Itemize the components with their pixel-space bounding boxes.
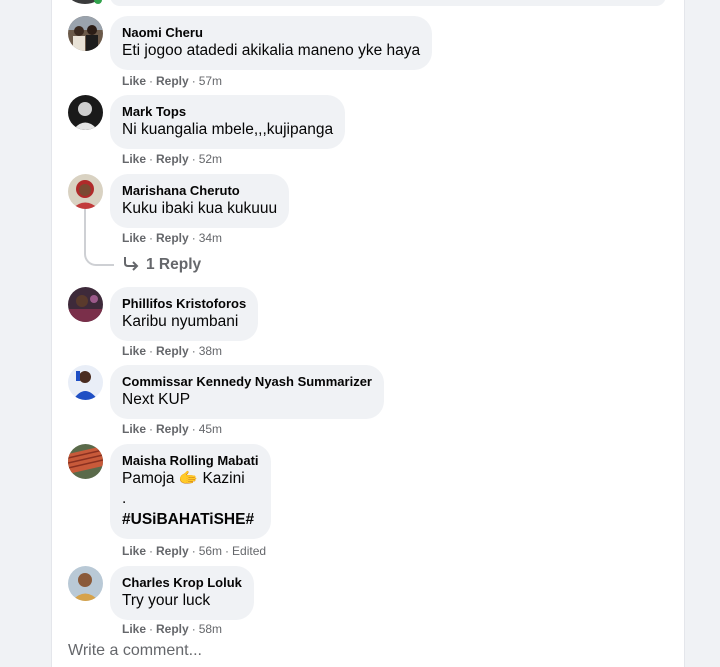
- reply-arrow-icon: [122, 255, 142, 271]
- like-button[interactable]: Like: [122, 544, 146, 558]
- separator: ·: [192, 152, 196, 166]
- separator: ·: [192, 422, 196, 436]
- avatar[interactable]: [68, 287, 103, 322]
- comment-actions: Like·Reply·45m: [122, 421, 222, 437]
- comment-timestamp[interactable]: 38m: [199, 344, 222, 358]
- comment-bubble: Commissar Kennedy Nyash Summarizer Next …: [110, 365, 384, 419]
- avatar[interactable]: [68, 566, 103, 601]
- separator: ·: [192, 344, 196, 358]
- avatar[interactable]: [68, 16, 103, 51]
- comment-bubble: Phillifos Kristoforos Karibu nyumbani: [110, 287, 258, 341]
- comment-text: Try your luck: [122, 591, 242, 611]
- comment-actions: Like·Reply·56m·Edited: [122, 543, 266, 559]
- comment-author[interactable]: Maisha Rolling Mabati: [122, 452, 259, 469]
- write-comment-input[interactable]: Write a comment...: [68, 641, 202, 661]
- avatar[interactable]: [68, 95, 103, 130]
- comment-timestamp[interactable]: 58m: [199, 622, 222, 636]
- like-button[interactable]: Like: [122, 231, 146, 245]
- avatar[interactable]: [68, 365, 103, 400]
- separator: ·: [149, 544, 153, 558]
- like-button[interactable]: Like: [122, 344, 146, 358]
- avatar[interactable]: [68, 444, 103, 479]
- separator: ·: [149, 231, 153, 245]
- view-replies-link[interactable]: 1 Reply: [122, 255, 201, 275]
- comment-bubble-partial: [110, 0, 666, 6]
- comment-author[interactable]: Naomi Cheru: [122, 24, 420, 41]
- comment-text: Ni kuangalia mbele,,,kujipanga: [122, 120, 333, 140]
- like-button[interactable]: Like: [122, 422, 146, 436]
- like-button[interactable]: Like: [122, 152, 146, 166]
- comment-text: Karibu nyumbani: [122, 312, 246, 332]
- replies-count[interactable]: 1 Reply: [146, 256, 201, 273]
- comment-bubble: Mark Tops Ni kuangalia mbele,,,kujipanga: [110, 95, 345, 149]
- comment-text-line: .: [122, 489, 259, 509]
- separator: ·: [149, 74, 153, 88]
- comment-timestamp[interactable]: 57m: [199, 74, 222, 88]
- comment-text: Eti jogoo atadedi akikalia maneno yke ha…: [122, 41, 420, 61]
- like-button[interactable]: Like: [122, 74, 146, 88]
- comment-author[interactable]: Commissar Kennedy Nyash Summarizer: [122, 373, 372, 390]
- separator: ·: [225, 544, 229, 558]
- comment-author[interactable]: Mark Tops: [122, 103, 333, 120]
- reply-button[interactable]: Reply: [156, 74, 189, 88]
- hashtag-link[interactable]: #USiBAHATiSHE#: [122, 510, 259, 530]
- comment-actions: Like·Reply·52m: [122, 151, 222, 167]
- comment-bubble: Maisha Rolling Mabati Pamoja 🫱 Kazini . …: [110, 444, 271, 539]
- comment-timestamp[interactable]: 52m: [199, 152, 222, 166]
- comment-author[interactable]: Marishana Cheruto: [122, 182, 277, 199]
- comment-text: Kuku ibaki kua kukuuu: [122, 199, 277, 219]
- comment-text-line: Pamoja 🫱 Kazini: [122, 469, 259, 489]
- reply-button[interactable]: Reply: [156, 231, 189, 245]
- avatar[interactable]: [68, 174, 103, 209]
- separator: ·: [192, 622, 196, 636]
- reply-button[interactable]: Reply: [156, 152, 189, 166]
- separator: ·: [149, 622, 153, 636]
- comment-text: Next KUP: [122, 390, 372, 410]
- reply-button[interactable]: Reply: [156, 344, 189, 358]
- separator: ·: [192, 544, 196, 558]
- comment-bubble: Marishana Cheruto Kuku ibaki kua kukuuu: [110, 174, 289, 228]
- reply-button[interactable]: Reply: [156, 544, 189, 558]
- comment-bubble: Naomi Cheru Eti jogoo atadedi akikalia m…: [110, 16, 432, 70]
- separator: ·: [149, 344, 153, 358]
- comment-author[interactable]: Charles Krop Loluk: [122, 574, 242, 591]
- separator: ·: [149, 422, 153, 436]
- reply-button[interactable]: Reply: [156, 622, 189, 636]
- comment-timestamp[interactable]: 45m: [199, 422, 222, 436]
- separator: ·: [192, 74, 196, 88]
- comment-bubble: Charles Krop Loluk Try your luck: [110, 566, 254, 620]
- comment-timestamp[interactable]: 34m: [199, 231, 222, 245]
- reply-button[interactable]: Reply: [156, 422, 189, 436]
- comment-actions: Like·Reply·58m: [122, 621, 222, 637]
- separator: ·: [149, 152, 153, 166]
- comment-actions: Like·Reply·38m: [122, 343, 222, 359]
- comment-actions: Like·Reply·57m: [122, 73, 222, 89]
- comment-author[interactable]: Phillifos Kristoforos: [122, 295, 246, 312]
- like-button[interactable]: Like: [122, 622, 146, 636]
- reply-thread-line: [84, 208, 114, 266]
- separator: ·: [192, 231, 196, 245]
- comment-actions: Like·Reply·34m: [122, 230, 222, 246]
- comment-timestamp[interactable]: 56m: [199, 544, 222, 558]
- edited-label: Edited: [232, 544, 266, 558]
